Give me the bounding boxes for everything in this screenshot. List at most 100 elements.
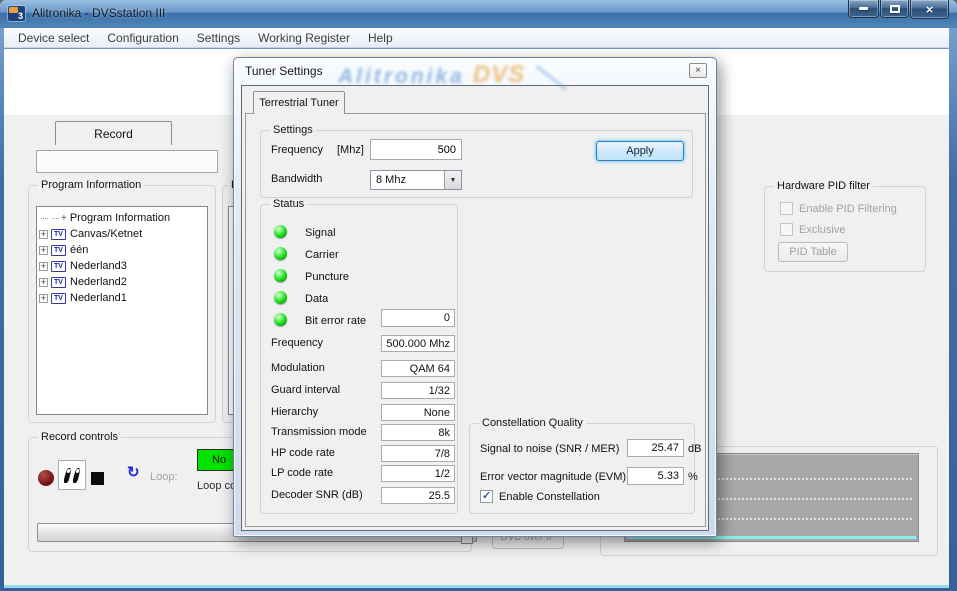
puncture-label: Puncture: [305, 271, 349, 283]
tv-icon: TV: [51, 229, 66, 240]
window-border-glow: [4, 585, 949, 588]
frequency-label: Frequency: [271, 144, 323, 156]
expander-icon[interactable]: +: [39, 278, 48, 287]
dialog-title[interactable]: Tuner Settings: [245, 64, 323, 78]
status-field-value: None: [381, 404, 455, 421]
menu-working-register[interactable]: Working Register: [249, 29, 359, 47]
status-field-value: 1/2: [381, 465, 455, 482]
record-button[interactable]: [38, 470, 54, 486]
tv-icon: TV: [51, 261, 66, 272]
settings-group-label: Settings: [270, 124, 316, 137]
tab-record[interactable]: Record: [55, 121, 172, 145]
status-field-value: 1/32: [381, 382, 455, 399]
menu-configuration[interactable]: Configuration: [98, 29, 187, 47]
snr-unit-label: dB: [688, 443, 701, 455]
pause-icon: [72, 468, 81, 483]
close-icon: ×: [926, 3, 934, 16]
ber-value-field: 0: [381, 309, 455, 327]
minimize-button[interactable]: [848, 0, 879, 18]
tree-item-nederland2[interactable]: + TV Nederland2: [39, 274, 205, 290]
carrier-led-icon: [274, 247, 287, 260]
data-led-icon: [274, 291, 287, 304]
tab-terrestrial-tuner[interactable]: Terrestrial Tuner: [253, 91, 345, 114]
tv-icon: TV: [51, 293, 66, 304]
dialog-close-button[interactable]: ×: [689, 63, 707, 78]
frequency-input[interactable]: [370, 139, 462, 160]
expander-icon[interactable]: +: [39, 230, 48, 239]
tree-item-nederland3[interactable]: + TV Nederland3: [39, 258, 205, 274]
status-group-label: Status: [270, 198, 307, 211]
status-group: Status Signal Carrier Puncture Data Bit …: [260, 204, 458, 514]
bandwidth-value: 8 Mhz: [371, 171, 444, 189]
menu-device-select[interactable]: Device select: [9, 29, 98, 47]
hardware-pid-filter-label: Hardware PID filter: [774, 180, 873, 193]
tuner-settings-dialog: Tuner Settings × Terrestrial Tuner Setti…: [233, 57, 717, 537]
apply-button[interactable]: Apply: [596, 141, 684, 161]
status-field-value: 7/8: [381, 445, 455, 462]
status-field-label: HP code rate: [271, 447, 335, 459]
tree-item-nederland1[interactable]: + TV Nederland1: [39, 290, 205, 306]
loop-count-label: Loop co: [197, 480, 236, 492]
enable-constellation-checkbox[interactable]: ✓: [480, 490, 493, 503]
status-field-label: Decoder SNR (dB): [271, 489, 363, 501]
tree-item-label: Canvas/Ketnet: [70, 228, 142, 240]
snr-label: Signal to noise (SNR / MER): [480, 443, 619, 455]
expander-icon[interactable]: +: [39, 246, 48, 255]
status-field-label: Modulation: [271, 362, 325, 374]
enable-pid-filtering-checkbox[interactable]: [780, 202, 793, 215]
program-information-group-label: Program Information: [38, 179, 144, 192]
expander-icon[interactable]: +: [39, 262, 48, 271]
app-window: 3 Alitronika - DVSstation III × Device s…: [0, 0, 957, 591]
status-field-value: 25.5: [381, 487, 455, 504]
exclusive-checkbox[interactable]: [780, 223, 793, 236]
menu-bar: Device select Configuration Settings Wor…: [4, 28, 949, 48]
close-button[interactable]: ×: [910, 0, 949, 19]
app-icon-number: 3: [18, 11, 23, 21]
settings-group: Settings Frequency [Mhz] Apply Bandwidth…: [260, 130, 693, 198]
pause-button[interactable]: [58, 460, 86, 490]
ber-led-icon: [274, 313, 287, 326]
tree-item-label: één: [70, 244, 88, 256]
expander-icon[interactable]: +: [39, 294, 48, 303]
dialog-close-icon: ×: [695, 66, 701, 76]
exclusive-label: Exclusive: [799, 224, 845, 236]
puncture-led-icon: [274, 269, 287, 282]
maximize-icon: [890, 5, 900, 13]
status-field-label: Hierarchy: [271, 406, 318, 418]
pause-icon: [63, 468, 72, 483]
constellation-quality-label: Constellation Quality: [479, 417, 586, 430]
bandwidth-select[interactable]: 8 Mhz ▼: [370, 170, 462, 190]
tree-item-canvas-ketnet[interactable]: + TV Canvas/Ketnet: [39, 226, 205, 242]
hardware-pid-filter-group: Hardware PID filter Enable PID Filtering…: [764, 186, 926, 272]
stop-button[interactable]: [91, 472, 104, 485]
tree-item-label: Nederland1: [70, 292, 127, 304]
status-field-value: 500.000 Mhz: [381, 335, 455, 352]
chevron-down-icon[interactable]: ▼: [444, 171, 461, 189]
tree-root[interactable]: + Program Information: [39, 210, 205, 226]
title-bar[interactable]: 3 Alitronika - DVSstation III ×: [0, 0, 957, 28]
constellation-quality-group: Constellation Quality Signal to noise (S…: [469, 423, 695, 514]
record-controls-label: Record controls: [38, 431, 121, 444]
program-tree[interactable]: + Program Information + TV Canvas/Ketnet…: [36, 206, 208, 415]
evm-unit-label: %: [688, 471, 698, 483]
check-icon: ✓: [482, 489, 491, 502]
tree-root-marker-icon: +: [61, 213, 67, 224]
menu-settings[interactable]: Settings: [188, 29, 249, 47]
status-field-value: 8k: [381, 424, 455, 441]
loop-icon[interactable]: ↻: [127, 465, 140, 481]
tree-item-label: Nederland3: [70, 260, 127, 272]
bandwidth-label: Bandwidth: [271, 173, 322, 185]
status-field-label: Guard interval: [271, 384, 340, 396]
minimize-icon: [859, 7, 868, 10]
status-field-label: Transmission mode: [271, 426, 367, 438]
menu-help[interactable]: Help: [359, 29, 402, 47]
tree-item-een[interactable]: + TV één: [39, 242, 205, 258]
pid-table-button[interactable]: PID Table: [778, 242, 848, 262]
record-filename-field[interactable]: [36, 150, 218, 173]
tree-item-label: Nederland2: [70, 276, 127, 288]
tv-icon: TV: [51, 277, 66, 288]
status-field-label: LP code rate: [271, 467, 333, 479]
status-field-label: Frequency: [271, 337, 323, 349]
maximize-button[interactable]: [880, 0, 909, 18]
data-label: Data: [305, 293, 328, 305]
